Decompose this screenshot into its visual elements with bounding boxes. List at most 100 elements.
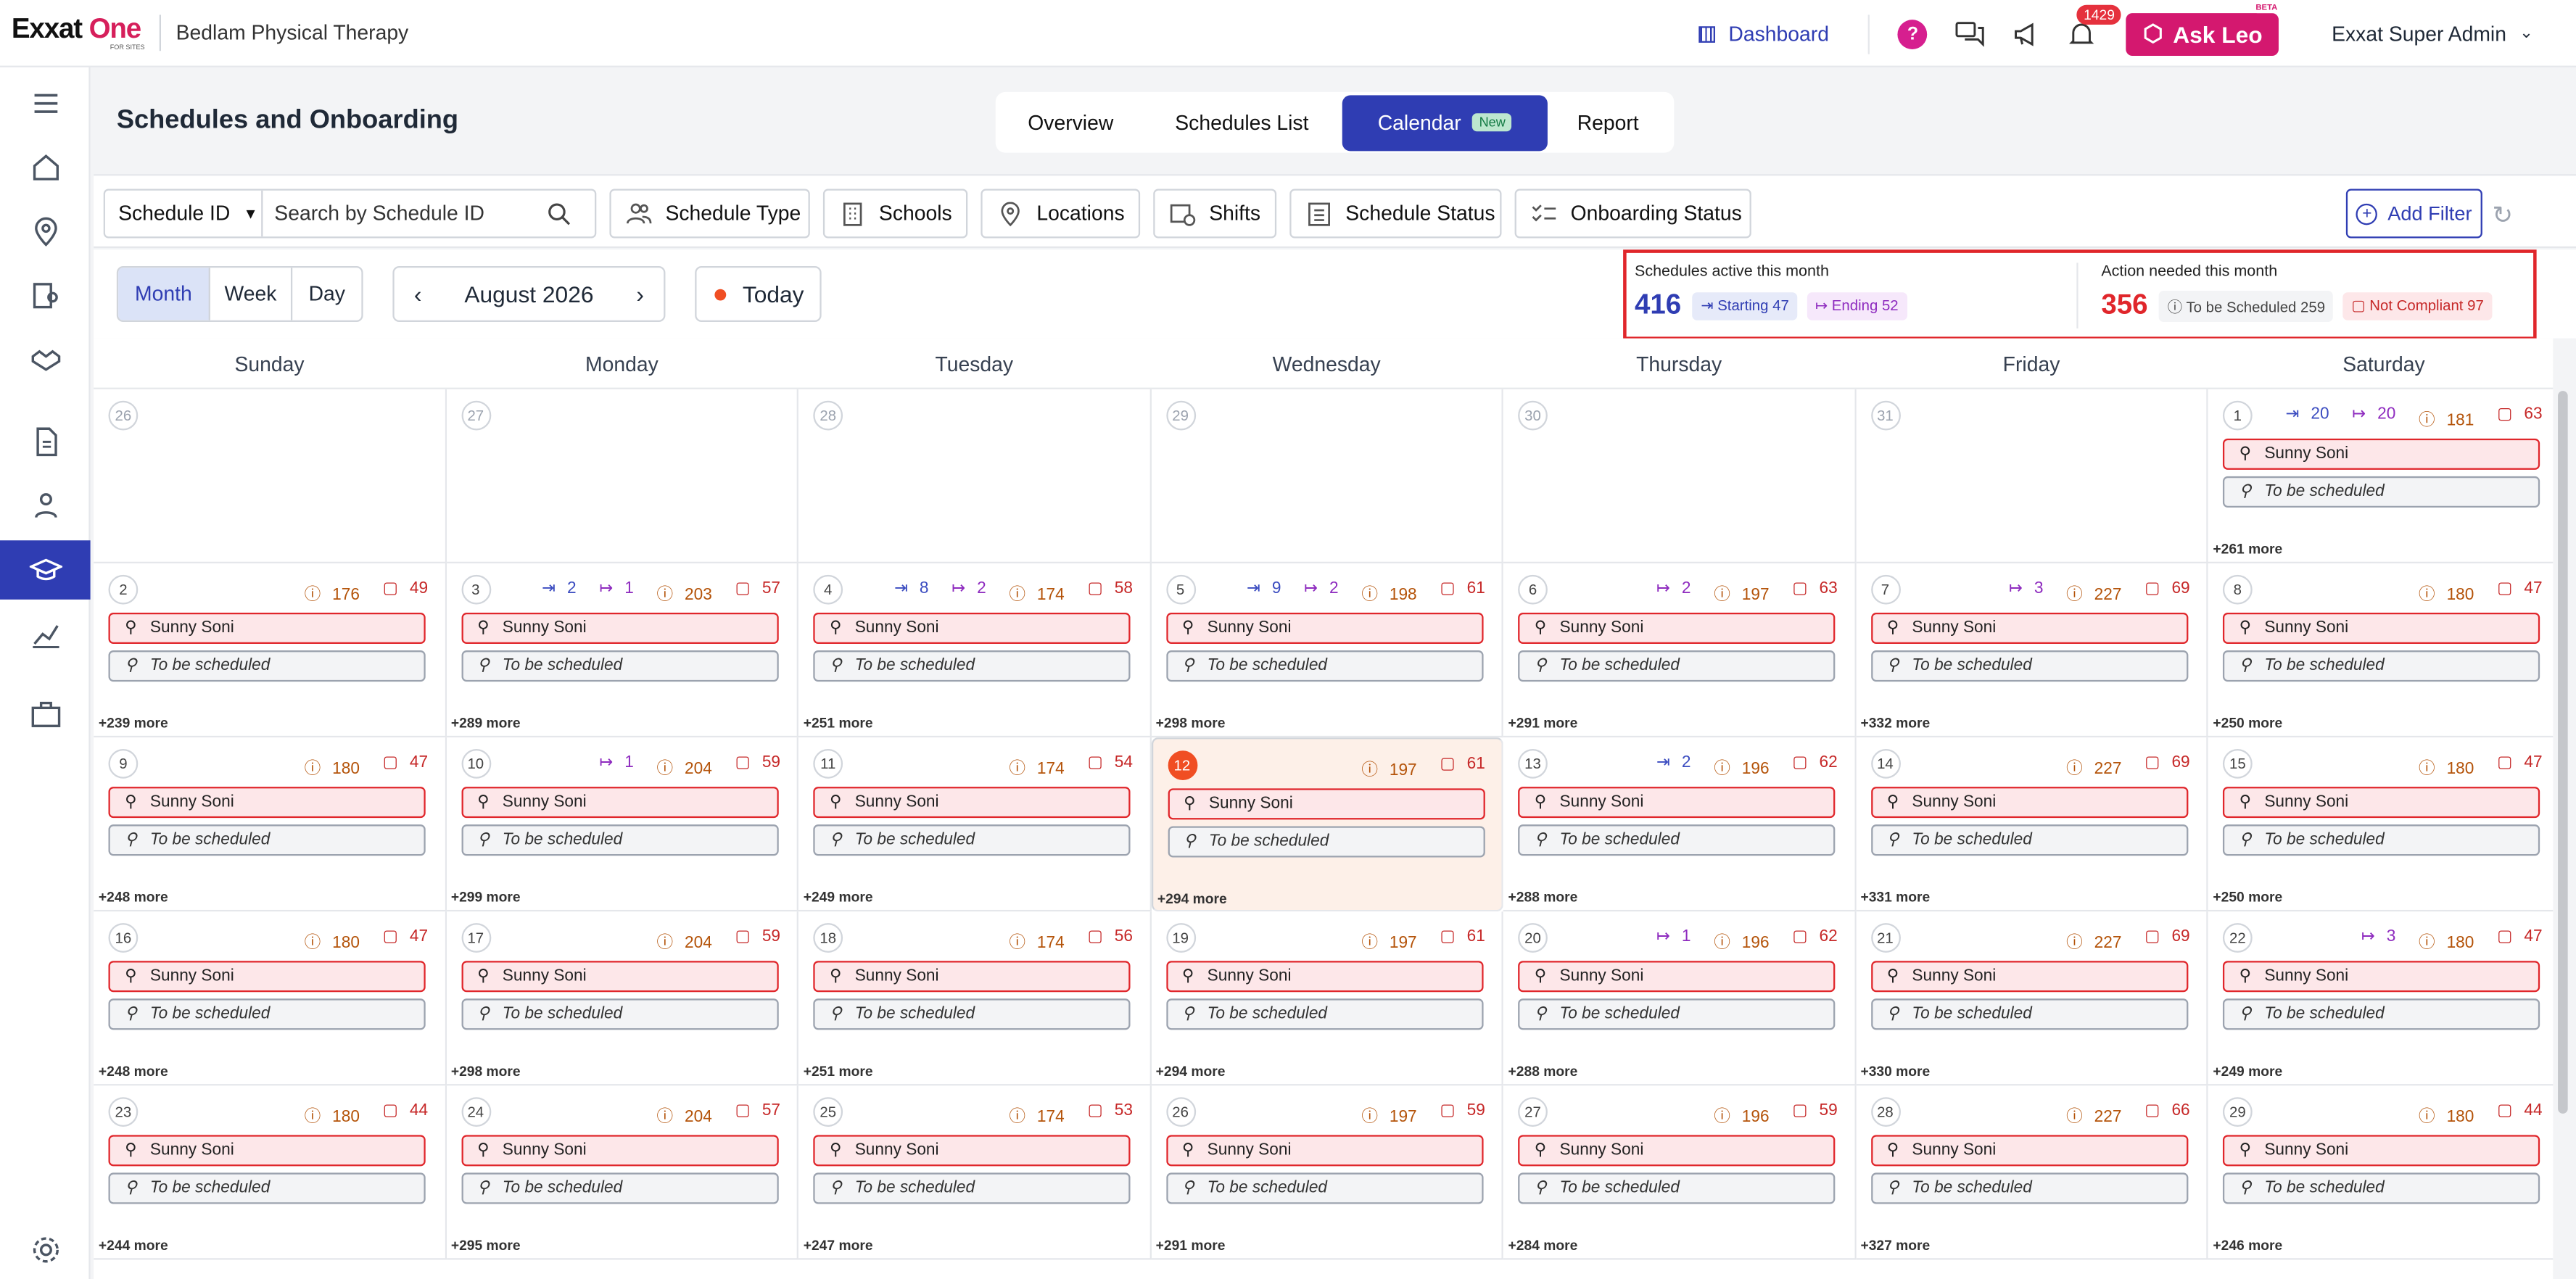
chevron-right-icon[interactable]: › — [636, 281, 644, 307]
not-compliant-count[interactable]: ▢ 69 — [2133, 754, 2189, 779]
more-events-link[interactable]: +291 more — [1156, 1237, 1226, 1254]
starting-count[interactable]: ⇥ 2 — [530, 580, 576, 605]
calendar-day-cell[interactable]: 31 — [1855, 389, 2208, 563]
not-compliant-count[interactable]: ▢ 63 — [1780, 580, 1837, 605]
calendar-day-cell[interactable]: 27 ⓘ 196 ▢ 59 ⚲ Sunny Soni ⚲ To be scheduled +284… — [1503, 1085, 1856, 1260]
schedule-event[interactable]: ⚲ Sunny Soni — [108, 961, 426, 993]
pending-event[interactable]: ⚲ To be scheduled — [108, 998, 426, 1030]
not-compliant-count[interactable]: ▢ 59 — [1429, 1102, 1485, 1127]
pending-event[interactable]: ⚲ To be scheduled — [461, 824, 778, 856]
schedule-event[interactable]: ⚲ Sunny Soni — [1165, 612, 1483, 644]
more-events-link[interactable]: +250 more — [2213, 714, 2282, 731]
not-compliant-count[interactable]: ▢ 47 — [2485, 928, 2542, 953]
home-icon[interactable] — [0, 138, 91, 197]
calendar-scrollbar[interactable] — [2556, 391, 2569, 1278]
ending-count[interactable]: ↦ 2 — [1645, 580, 1690, 605]
onboarding-status-filter[interactable]: Onboarding Status — [1514, 189, 1751, 239]
calendar-day-cell[interactable]: 25 ⓘ 174 ▢ 53 ⚲ Sunny Soni ⚲ To be scheduled +247… — [798, 1085, 1151, 1260]
not-compliant-count[interactable]: ▢ 53 — [1076, 1102, 1132, 1127]
to-be-scheduled-count[interactable]: ⓘ 174 — [998, 580, 1064, 605]
more-events-link[interactable]: +244 more — [99, 1237, 168, 1254]
schedule-event[interactable]: ⚲ Sunny Soni — [461, 612, 778, 644]
calendar-day-cell[interactable]: 30 — [1503, 389, 1856, 563]
to-be-scheduled-count[interactable]: ⓘ 197 — [1350, 928, 1416, 953]
pending-event[interactable]: ⚲ To be scheduled — [1870, 1172, 2188, 1204]
today-button[interactable]: Today — [695, 265, 822, 322]
pending-event[interactable]: ⚲ To be scheduled — [1518, 998, 1836, 1030]
calendar-day-cell[interactable]: 20 ↦ 1 ⓘ 196 ▢ 62 ⚲ Sunny Soni ⚲ To be scheduled +2… — [1503, 911, 1856, 1086]
chart-trend-icon[interactable] — [0, 605, 91, 664]
calendar-day-cell[interactable]: 29 ⓘ 180 ▢ 44 ⚲ Sunny Soni ⚲ To be scheduled +246… — [2208, 1085, 2554, 1260]
tab-calendar[interactable]: Calendar New — [1342, 94, 1547, 151]
pending-event[interactable]: ⚲ To be scheduled — [108, 1172, 426, 1204]
pending-event[interactable]: ⚲ To be scheduled — [2222, 476, 2540, 508]
chat-icon[interactable] — [1954, 19, 1986, 49]
pending-event[interactable]: ⚲ To be scheduled — [2222, 998, 2540, 1030]
schedule-event[interactable]: ⚲ Sunny Soni — [1870, 1135, 2188, 1167]
schedule-event[interactable]: ⚲ Sunny Soni — [2222, 1135, 2540, 1167]
to-be-scheduled-count[interactable]: ⓘ 180 — [293, 928, 360, 953]
calendar-day-cell[interactable]: 12 ⓘ 197 ▢ 61 ⚲ Sunny Soni ⚲ To be scheduled +294… — [1150, 737, 1503, 912]
pending-event[interactable]: ⚲ To be scheduled — [2222, 1172, 2540, 1204]
to-be-scheduled-count[interactable]: ⓘ 204 — [645, 1102, 712, 1127]
not-compliant-count[interactable]: ▢ 69 — [2133, 580, 2189, 605]
dashboard-link[interactable]: Dashboard — [1698, 22, 1829, 45]
not-compliant-count[interactable]: ▢ 59 — [724, 754, 780, 779]
more-events-link[interactable]: +298 more — [1156, 714, 1226, 731]
pending-event[interactable]: ⚲ To be scheduled — [813, 650, 1131, 682]
starting-count[interactable]: ⇥ 9 — [1235, 580, 1281, 605]
shifts-filter[interactable]: Shifts — [1153, 189, 1277, 239]
more-events-link[interactable]: +330 more — [1860, 1063, 1930, 1080]
starting-count[interactable]: ⇥ 2 — [1645, 754, 1690, 779]
pending-event[interactable]: ⚲ To be scheduled — [813, 1172, 1131, 1204]
schools-filter[interactable]: Schools — [822, 189, 968, 239]
schedule-event[interactable]: ⚲ Sunny Soni — [1165, 961, 1483, 993]
pending-event[interactable]: ⚲ To be scheduled — [1165, 650, 1483, 682]
schedule-event[interactable]: ⚲ Sunny Soni — [1870, 612, 2188, 644]
to-be-scheduled-count[interactable]: ⓘ 180 — [293, 1102, 360, 1127]
schedule-event[interactable]: ⚲ Sunny Soni — [1870, 961, 2188, 993]
not-compliant-count[interactable]: ▢ 47 — [2485, 580, 2542, 605]
calendar-day-cell[interactable]: 3 ⇥ 2 ↦ 1 ⓘ 203 ▢ 57 ⚲ Sunny Soni ⚲ To be scheduled +… — [446, 563, 798, 738]
not-compliant-count[interactable]: ▢ 49 — [371, 580, 428, 605]
to-be-scheduled-count[interactable]: ⓘ 204 — [645, 928, 712, 953]
pending-event[interactable]: ⚲ To be scheduled — [1518, 650, 1836, 682]
megaphone-icon[interactable] — [2010, 19, 2042, 49]
calendar-day-cell[interactable]: 4 ⇥ 8 ↦ 2 ⓘ 174 ▢ 58 ⚲ Sunny Soni ⚲ To be scheduled +… — [798, 563, 1151, 738]
pending-event[interactable]: ⚲ To be scheduled — [1870, 824, 2188, 856]
schedule-event[interactable]: ⚲ Sunny Soni — [1518, 961, 1836, 993]
calendar-day-cell[interactable]: 10 ↦ 1 ⓘ 204 ▢ 59 ⚲ Sunny Soni ⚲ To be scheduled +2… — [446, 737, 798, 912]
calendar-day-cell[interactable]: 14 ⓘ 227 ▢ 69 ⚲ Sunny Soni ⚲ To be scheduled +331… — [1855, 737, 2208, 912]
not-compliant-count[interactable]: ▢ 47 — [2485, 754, 2542, 779]
ending-count[interactable]: ↦ 1 — [587, 580, 633, 605]
not-compliant-count[interactable]: ▢ 47 — [371, 754, 428, 779]
schedule-event[interactable]: ⚲ Sunny Soni — [2222, 961, 2540, 993]
ask-leo-button[interactable]: ⬡ Ask Leo BETA — [2126, 2, 2281, 55]
schedule-status-filter[interactable]: Schedule Status — [1289, 189, 1502, 239]
app-logo[interactable]: Exxat One FOR SITES — [12, 15, 145, 51]
calendar-day-cell[interactable]: 22 ↦ 3 ⓘ 180 ▢ 47 ⚲ Sunny Soni ⚲ To be scheduled +2… — [2208, 911, 2554, 1086]
profile-card-icon[interactable] — [0, 266, 91, 326]
calendar-day-cell[interactable]: 2 ⓘ 176 ▢ 49 ⚲ Sunny Soni ⚲ To be scheduled +239 … — [94, 563, 447, 738]
to-be-scheduled-count[interactable]: ⓘ 227 — [2055, 580, 2121, 605]
calendar-day-cell[interactable]: 27 — [446, 389, 798, 563]
more-events-link[interactable]: +239 more — [99, 714, 168, 731]
to-be-scheduled-count[interactable]: ⓘ 196 — [1702, 754, 1769, 779]
calendar-day-cell[interactable]: 7 ↦ 3 ⓘ 227 ▢ 69 ⚲ Sunny Soni ⚲ To be scheduled +33… — [1855, 563, 2208, 738]
calendar-day-cell[interactable]: 13 ⇥ 2 ⓘ 196 ▢ 62 ⚲ Sunny Soni ⚲ To be scheduled +2… — [1503, 737, 1856, 912]
ending-count[interactable]: ↦ 3 — [2350, 928, 2395, 953]
to-be-scheduled-pill[interactable]: ⓘ To be Scheduled 259 — [2159, 289, 2334, 321]
calendar-day-cell[interactable]: 8 ⓘ 180 ▢ 47 ⚲ Sunny Soni ⚲ To be scheduled +250 … — [2208, 563, 2554, 738]
to-be-scheduled-count[interactable]: ⓘ 180 — [2407, 754, 2474, 779]
schedule-event[interactable]: ⚲ Sunny Soni — [1518, 787, 1836, 819]
starting-pill[interactable]: ⇥ Starting 47 — [1693, 291, 1798, 320]
schedule-event[interactable]: ⚲ Sunny Soni — [813, 787, 1131, 819]
calendar-day-cell[interactable]: 9 ⓘ 180 ▢ 47 ⚲ Sunny Soni ⚲ To be scheduled +248 … — [94, 737, 447, 912]
schedule-event[interactable]: ⚲ Sunny Soni — [813, 961, 1131, 993]
more-events-link[interactable]: +247 more — [804, 1237, 873, 1254]
pending-event[interactable]: ⚲ To be scheduled — [1167, 826, 1485, 858]
more-events-link[interactable]: +248 more — [99, 1063, 168, 1080]
pending-event[interactable]: ⚲ To be scheduled — [461, 998, 778, 1030]
pending-event[interactable]: ⚲ To be scheduled — [2222, 650, 2540, 682]
search-input[interactable]: Search by Schedule ID — [263, 202, 547, 225]
